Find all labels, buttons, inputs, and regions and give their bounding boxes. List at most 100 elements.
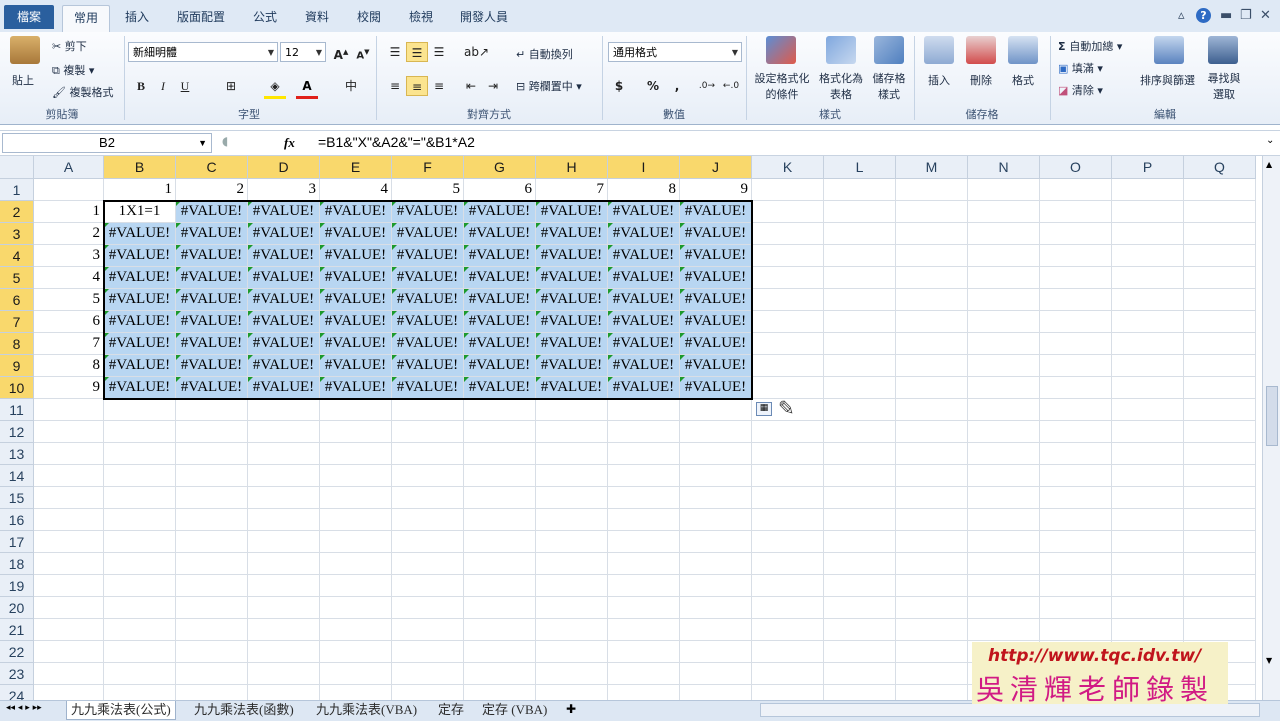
- cell-n11[interactable]: [968, 399, 1040, 421]
- paste-button[interactable]: 貼上: [12, 72, 34, 88]
- cell-i20[interactable]: [608, 597, 680, 619]
- cell-k7[interactable]: [752, 311, 824, 333]
- cell-k13[interactable]: [752, 443, 824, 465]
- cell-i3[interactable]: #VALUE!: [608, 223, 680, 245]
- cell-j5[interactable]: #VALUE!: [680, 267, 752, 289]
- cell-p20[interactable]: [1112, 597, 1184, 619]
- cell-f15[interactable]: [392, 487, 464, 509]
- cell-q18[interactable]: [1184, 553, 1256, 575]
- cell-k17[interactable]: [752, 531, 824, 553]
- cell-d5[interactable]: #VALUE!: [248, 267, 320, 289]
- cell-d24[interactable]: [248, 685, 320, 700]
- cell-h16[interactable]: [536, 509, 608, 531]
- cell-l10[interactable]: [824, 377, 896, 399]
- cell-m17[interactable]: [896, 531, 968, 553]
- cell-e1[interactable]: 4: [320, 179, 392, 201]
- cell-b16[interactable]: [104, 509, 176, 531]
- cell-m14[interactable]: [896, 465, 968, 487]
- cell-c16[interactable]: [176, 509, 248, 531]
- cell-i8[interactable]: #VALUE!: [608, 333, 680, 355]
- cell-k19[interactable]: [752, 575, 824, 597]
- cell-q21[interactable]: [1184, 619, 1256, 641]
- cell-e17[interactable]: [320, 531, 392, 553]
- cell-j11[interactable]: [680, 399, 752, 421]
- borders-icon[interactable]: ⊞: [220, 76, 242, 96]
- cell-h23[interactable]: [536, 663, 608, 685]
- cell-a15[interactable]: [34, 487, 104, 509]
- cell-c23[interactable]: [176, 663, 248, 685]
- cell-a14[interactable]: [34, 465, 104, 487]
- cell-n21[interactable]: [968, 619, 1040, 641]
- cell-f21[interactable]: [392, 619, 464, 641]
- cell-n17[interactable]: [968, 531, 1040, 553]
- column-header-l[interactable]: L: [824, 156, 896, 179]
- cell-a13[interactable]: [34, 443, 104, 465]
- cell-f22[interactable]: [392, 641, 464, 663]
- row-header-20[interactable]: 20: [0, 597, 34, 619]
- cell-m13[interactable]: [896, 443, 968, 465]
- bold-button[interactable]: B: [130, 76, 152, 96]
- cell-o7[interactable]: [1040, 311, 1112, 333]
- cell-q16[interactable]: [1184, 509, 1256, 531]
- cell-j2[interactable]: #VALUE!: [680, 201, 752, 223]
- cell-l2[interactable]: [824, 201, 896, 223]
- cell-n15[interactable]: [968, 487, 1040, 509]
- cell-a24[interactable]: [34, 685, 104, 700]
- row-header-8[interactable]: 8: [0, 333, 34, 355]
- cell-n12[interactable]: [968, 421, 1040, 443]
- sheet-tab-5[interactable]: 定存 (VBA): [482, 701, 547, 719]
- cell-k23[interactable]: [752, 663, 824, 685]
- cell-d18[interactable]: [248, 553, 320, 575]
- cell-j10[interactable]: #VALUE!: [680, 377, 752, 399]
- cell-d1[interactable]: 3: [248, 179, 320, 201]
- clear-button[interactable]: ◪ 清除 ▾: [1058, 82, 1103, 98]
- cell-l14[interactable]: [824, 465, 896, 487]
- cell-e4[interactable]: #VALUE!: [320, 245, 392, 267]
- cell-n5[interactable]: [968, 267, 1040, 289]
- cell-i9[interactable]: #VALUE!: [608, 355, 680, 377]
- cell-g9[interactable]: #VALUE!: [464, 355, 536, 377]
- cell-m19[interactable]: [896, 575, 968, 597]
- find-select-button[interactable]: 尋找與 選取: [1206, 70, 1242, 102]
- cell-f6[interactable]: #VALUE!: [392, 289, 464, 311]
- cell-c3[interactable]: #VALUE!: [176, 223, 248, 245]
- orientation-icon[interactable]: ab↗: [464, 42, 489, 62]
- cell-g14[interactable]: [464, 465, 536, 487]
- cell-h19[interactable]: [536, 575, 608, 597]
- sheet-tab-1[interactable]: 九九乘法表(公式): [66, 701, 176, 720]
- column-header-d[interactable]: D: [248, 156, 320, 179]
- cell-g3[interactable]: #VALUE!: [464, 223, 536, 245]
- cell-l23[interactable]: [824, 663, 896, 685]
- cell-i7[interactable]: #VALUE!: [608, 311, 680, 333]
- cell-j15[interactable]: [680, 487, 752, 509]
- cell-e2[interactable]: #VALUE!: [320, 201, 392, 223]
- cell-i4[interactable]: #VALUE!: [608, 245, 680, 267]
- cell-l13[interactable]: [824, 443, 896, 465]
- scroll-up-icon[interactable]: ▲: [1266, 160, 1272, 169]
- cell-b4[interactable]: #VALUE!: [104, 245, 176, 267]
- cell-h15[interactable]: [536, 487, 608, 509]
- cell-c10[interactable]: #VALUE!: [176, 377, 248, 399]
- cell-b3[interactable]: #VALUE!: [104, 223, 176, 245]
- cell-o21[interactable]: [1040, 619, 1112, 641]
- cell-d11[interactable]: [248, 399, 320, 421]
- sheet-tab-4[interactable]: 定存: [438, 701, 464, 719]
- cell-l21[interactable]: [824, 619, 896, 641]
- decrease-indent-icon[interactable]: ⇤: [460, 76, 482, 96]
- cell-d8[interactable]: #VALUE!: [248, 333, 320, 355]
- cell-e15[interactable]: [320, 487, 392, 509]
- cell-d19[interactable]: [248, 575, 320, 597]
- cell-d4[interactable]: #VALUE!: [248, 245, 320, 267]
- cell-o16[interactable]: [1040, 509, 1112, 531]
- tab-developer[interactable]: 開發人員: [452, 5, 516, 29]
- merge-center-button[interactable]: ⊟ 跨欄置中 ▾: [516, 78, 582, 94]
- cell-g24[interactable]: [464, 685, 536, 700]
- paste-icon[interactable]: [10, 36, 40, 64]
- delete-cells-icon[interactable]: [966, 36, 996, 64]
- cell-i15[interactable]: [608, 487, 680, 509]
- cell-p15[interactable]: [1112, 487, 1184, 509]
- column-header-b[interactable]: B: [104, 156, 176, 179]
- cell-i6[interactable]: #VALUE!: [608, 289, 680, 311]
- cell-p16[interactable]: [1112, 509, 1184, 531]
- cell-e8[interactable]: #VALUE!: [320, 333, 392, 355]
